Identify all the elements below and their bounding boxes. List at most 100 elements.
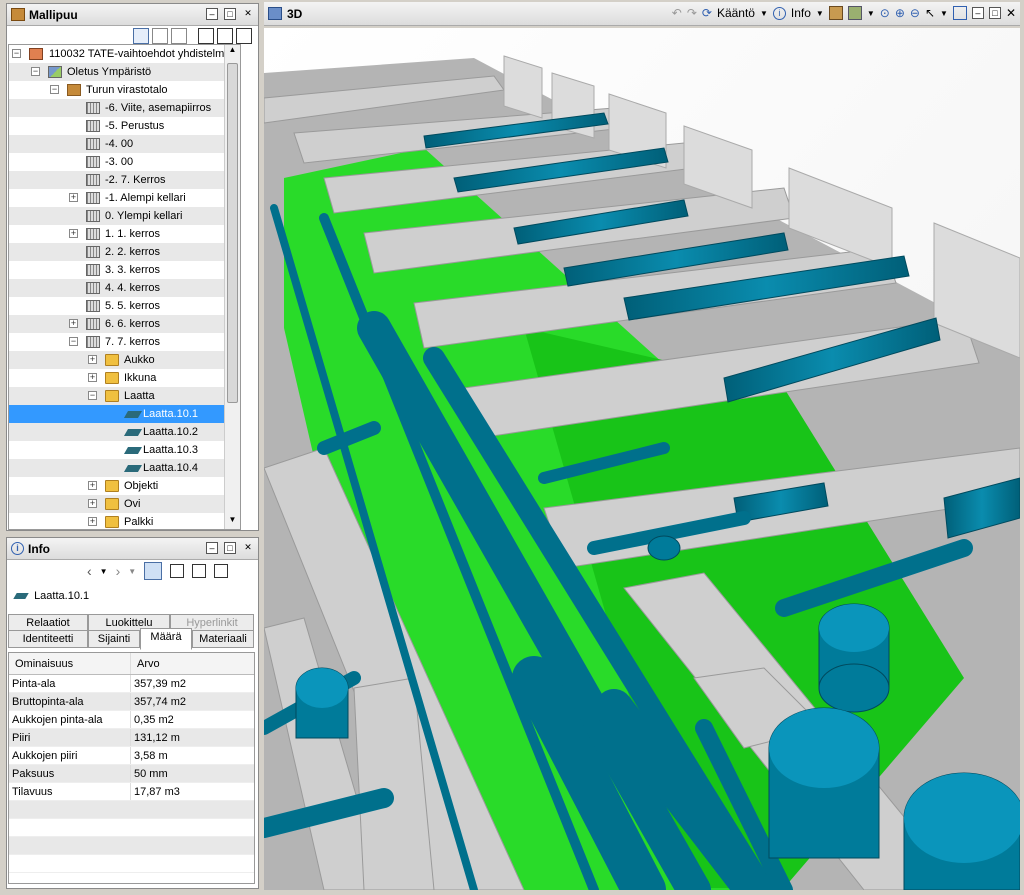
tree-item-floor[interactable]: 2. 2. kerros [9,243,240,261]
tree-item-slab[interactable]: Laatta.10.2 [9,423,240,441]
tree-item-category[interactable]: + Ovi [9,495,240,513]
tree-item-floor[interactable]: +6. 6. kerros [9,315,240,333]
shading-icon[interactable] [847,6,862,20]
filter-icon[interactable] [171,28,187,44]
undo-icon[interactable]: ↶ [672,6,682,20]
minimize-icon[interactable]: – [971,7,984,19]
expand-all-icon[interactable] [198,28,214,44]
tab-maara[interactable]: Määrä [140,628,192,650]
details-icon[interactable] [214,564,229,578]
tree-item-category[interactable]: − Laatta [9,387,240,405]
chevron-down-icon[interactable]: ▼ [940,9,948,18]
box-view-icon[interactable] [828,6,843,20]
forward-icon[interactable]: › [116,563,121,579]
tree-item-slab[interactable]: Laatta.10.3 [9,441,240,459]
collapse-all-icon[interactable] [217,28,233,44]
tree-item-floor[interactable]: 0. Ylempi kellari [9,207,240,225]
chevron-down-icon[interactable]: ▼ [760,9,768,18]
table-row[interactable]: Bruttopinta-ala 357,74 m2 [9,693,254,711]
collapse-icon[interactable]: − [88,391,97,400]
3d-model-render[interactable] [264,28,1020,890]
tree-item-environment[interactable]: − Oletus Ympäristö [9,63,240,81]
tree-view-icon[interactable] [133,28,149,44]
table-row[interactable]: Tilavuus 17,87 m3 [9,783,254,801]
table-row[interactable]: Aukkojen pinta-ala 0,35 m2 [9,711,254,729]
details-icon[interactable] [236,28,252,44]
tree-item-floor[interactable]: -3. 00 [9,153,240,171]
tree-item-label: Laatta.10.3 [143,444,199,456]
tree-item-floor[interactable]: + -1. Alempi kellari [9,189,240,207]
info-label[interactable]: Info [791,6,811,20]
expand-icon[interactable]: + [88,481,97,490]
tab-sijainti[interactable]: Sijainti [88,630,140,648]
tree-item-category[interactable]: + Objekti [9,477,240,495]
scroll-thumb[interactable] [227,63,238,403]
tree-item-category[interactable]: + Aukko [9,351,240,369]
tree-item-floor[interactable]: 4. 4. kerros [9,279,240,297]
table-row[interactable]: Paksuus 50 mm [9,765,254,783]
chevron-down-icon[interactable]: ▼ [100,567,108,576]
zoom-fit-icon[interactable]: ⊙ [880,6,890,20]
tree-item-category[interactable]: + Palkki [9,513,240,529]
rotate-icon[interactable]: ⟳ [702,6,712,20]
zoom-in-icon[interactable]: ⊕ [895,6,905,20]
select-tool-icon[interactable]: ↖ [925,6,935,20]
expand-icon[interactable]: + [88,373,97,382]
tree-item-floor[interactable]: -6. Viite, asemapiirros [9,99,240,117]
collapse-icon[interactable]: − [50,85,59,94]
maximize-icon[interactable]: □ [988,7,1001,19]
tab-materiaali[interactable]: Materiaali [192,630,254,648]
tree-item-slab[interactable]: Laatta.10.4 [9,459,240,477]
tree-item-project[interactable]: − 110032 TATE-vaihtoehdot yhdistelm [9,45,240,63]
list-view-icon[interactable] [152,28,168,44]
maximize-icon[interactable]: □ [224,542,236,554]
collapse-icon[interactable]: − [31,67,40,76]
pin-icon[interactable] [144,562,163,580]
3d-viewport[interactable] [264,28,1020,890]
chevron-down-icon[interactable]: ▼ [867,9,875,18]
expand-icon[interactable]: + [88,517,97,526]
minimize-icon[interactable]: – [206,542,218,554]
table-row[interactable]: Pinta-ala 357,39 m2 [9,675,254,693]
tree-item-floor[interactable]: − 7. 7. kerros [9,333,240,351]
tree-item-floor[interactable]: -4. 00 [9,135,240,153]
expand-icon[interactable]: + [69,229,78,238]
tree-scrollbar[interactable]: ▲ ▼ [224,45,240,529]
close-icon[interactable]: ✕ [1006,6,1016,20]
chevron-down-icon[interactable]: ▼ [816,9,824,18]
scroll-up-icon[interactable]: ▲ [225,45,240,59]
column-header-property[interactable]: Ominaisuus [9,653,131,674]
tab-identiteetti[interactable]: Identiteetti [8,630,88,648]
expand-icon[interactable]: + [88,499,97,508]
scroll-down-icon[interactable]: ▼ [225,515,240,529]
tree-item-floor[interactable]: -5. Perustus [9,117,240,135]
info-icon[interactable]: i [772,6,786,20]
tree-item-building[interactable]: − Turun virastotalo [9,81,240,99]
expand-icon[interactable]: + [69,319,78,328]
expand-icon[interactable]: + [88,355,97,364]
tree-item-floor[interactable]: -2. 7. Kerros [9,171,240,189]
tree-item-floor[interactable]: 3. 3. kerros [9,261,240,279]
chevron-down-icon[interactable]: ▼ [128,567,136,576]
split-view-icon[interactable] [952,6,967,20]
table-row[interactable]: Piiri 131,12 m [9,729,254,747]
tree-item-category[interactable]: + Ikkuna [9,369,240,387]
minimize-icon[interactable]: – [206,8,218,20]
tree-item-floor[interactable]: +1. 1. kerros [9,225,240,243]
expand-icon[interactable]: + [69,193,78,202]
rotate-label[interactable]: Kääntö [717,6,755,20]
tree-item-slab-selected[interactable]: Laatta.10.1 [9,405,240,423]
close-icon[interactable]: ✕ [242,542,254,554]
expand-all-icon[interactable] [170,564,185,578]
back-icon[interactable]: ‹ [87,563,92,579]
zoom-out-icon[interactable]: ⊖ [910,6,920,20]
collapse-icon[interactable]: − [69,337,78,346]
table-row[interactable]: Aukkojen piiri 3,58 m [9,747,254,765]
collapse-icon[interactable]: − [12,49,21,58]
column-header-value[interactable]: Arvo [131,653,160,674]
tree-item-floor[interactable]: 5. 5. kerros [9,297,240,315]
redo-icon[interactable]: ↷ [687,6,697,20]
close-icon[interactable]: ✕ [242,8,254,20]
maximize-icon[interactable]: □ [224,8,236,20]
collapse-all-icon[interactable] [192,564,207,578]
